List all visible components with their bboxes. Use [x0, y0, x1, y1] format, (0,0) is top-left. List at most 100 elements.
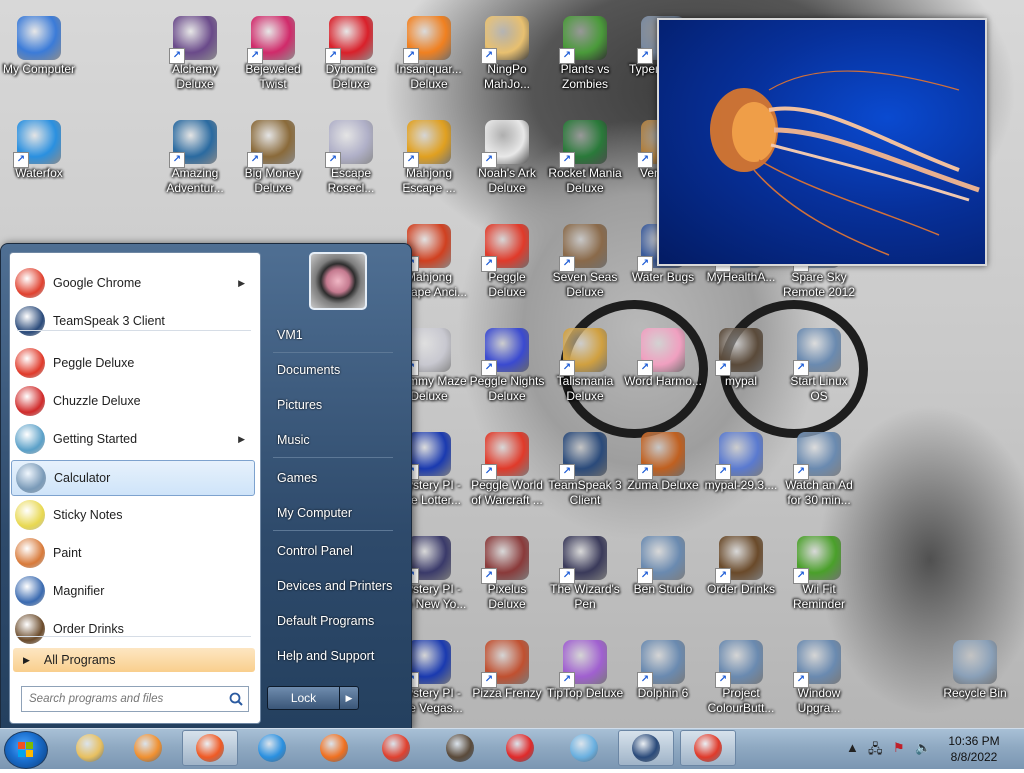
desktop-icon[interactable]: ↗ mypal-29.3....: [702, 424, 780, 524]
search-input[interactable]: [22, 692, 228, 706]
lock-button[interactable]: Lock ▶: [267, 686, 359, 710]
start-menu-link[interactable]: Help and Support: [269, 641, 401, 671]
start-menu-link[interactable]: Control Panel: [269, 536, 401, 566]
start-menu-program[interactable]: Paint: [11, 536, 253, 570]
desktop-icon[interactable]: ↗ Talismania Deluxe: [546, 320, 624, 420]
desktop-icon[interactable]: ↗ Pixelus Deluxe: [468, 528, 546, 628]
desktop-icon[interactable]: ↗ Plants vs Zombies: [546, 8, 624, 108]
start-menu-program-label: Paint: [53, 546, 82, 560]
desktop-icon[interactable]: ↗ Ben Studio: [624, 528, 702, 628]
start-menu-link[interactable]: Devices and Printers: [269, 571, 401, 601]
start-button[interactable]: [4, 731, 48, 769]
desktop-icon[interactable]: ↗ Mahjong Escape ...: [390, 112, 468, 212]
taskbar-button[interactable]: [368, 730, 424, 766]
desktop-icon-label: Dynomite Deluxe: [325, 62, 377, 91]
taskbar-button[interactable]: [492, 730, 548, 766]
program-icon: [15, 538, 45, 568]
shortcut-arrow-icon: ↗: [403, 48, 419, 64]
desktop-icon[interactable]: ↗ Zuma Deluxe: [624, 424, 702, 524]
jellyfish-picture-window[interactable]: [657, 18, 987, 266]
desktop-icon[interactable]: ↗ Order Drinks: [702, 528, 780, 628]
desktop-icon[interactable]: ↗ Project ColourButt...: [702, 632, 780, 732]
desktop-icon[interactable]: ↗ TeamSpeak 3 Client: [546, 424, 624, 524]
start-menu-program[interactable]: Sticky Notes: [11, 498, 253, 532]
taskbar-button[interactable]: [680, 730, 736, 766]
clock-time: 10:36 PM: [948, 734, 1000, 748]
start-menu-program[interactable]: Chuzzle Deluxe: [11, 384, 253, 418]
desktop-icon[interactable]: ↗ mypal: [702, 320, 780, 420]
desktop-icon[interactable]: ↗ Watch an Ad for 30 min...: [780, 424, 858, 524]
user-picture[interactable]: [309, 252, 367, 310]
desktop-icon[interactable]: Recycle Bin: [936, 632, 1014, 732]
start-menu-link[interactable]: Documents: [269, 355, 401, 385]
desktop-icon[interactable]: ↗ The Wizard's Pen: [546, 528, 624, 628]
desktop-icon[interactable]: ↗ Word Harmo...: [624, 320, 702, 420]
app-icon: ↗: [13, 120, 61, 168]
start-menu-program[interactable]: TeamSpeak 3 Client: [11, 304, 253, 338]
app-icon: ↗: [481, 224, 529, 272]
start-menu-link[interactable]: Pictures: [269, 390, 401, 420]
app-icon: ↗: [559, 536, 607, 584]
desktop-icon[interactable]: ↗ Peggle Nights Deluxe: [468, 320, 546, 420]
start-menu-link[interactable]: Music: [269, 425, 401, 455]
desktop-icon[interactable]: ↗ Seven Seas Deluxe: [546, 216, 624, 316]
desktop-icon[interactable]: ↗ Amazing Adventur...: [156, 112, 234, 212]
show-hidden-icons-chevron-icon[interactable]: ▲: [846, 740, 859, 755]
desktop-icon[interactable]: ↗ Big Money Deluxe: [234, 112, 312, 212]
search-icon[interactable]: [228, 691, 244, 707]
desktop-icon[interactable]: ↗ Wii Fit Reminder: [780, 528, 858, 628]
volume-icon[interactable]: 🔈: [915, 740, 931, 756]
clock[interactable]: 10:36 PM 8/8/2022: [938, 733, 1010, 765]
start-menu-program[interactable]: Magnifier: [11, 574, 253, 608]
desktop-icon[interactable]: ↗ Window Upgra...: [780, 632, 858, 732]
desktop-icon[interactable]: ↗ Dolphin 6: [624, 632, 702, 732]
desktop-icon[interactable]: ↗ Pizza Frenzy: [468, 632, 546, 732]
taskbar-button[interactable]: [618, 730, 674, 766]
desktop-icon[interactable]: ↗ Alchemy Deluxe: [156, 8, 234, 108]
start-menu-link[interactable]: My Computer: [269, 498, 401, 528]
desktop-icon[interactable]: ↗ NingPo MahJo...: [468, 8, 546, 108]
desktop-icon-label: Ben Studio: [633, 582, 693, 596]
taskbar-button[interactable]: [120, 730, 176, 766]
desktop-icon-label: TipTop Deluxe: [546, 686, 624, 700]
start-menu-link[interactable]: Games: [269, 463, 401, 493]
taskbar-button[interactable]: [432, 730, 488, 766]
desktop-icon[interactable]: ↗ Noah's Ark Deluxe: [468, 112, 546, 212]
desktop-icon[interactable]: My Computer: [0, 8, 78, 108]
start-menu-program[interactable]: Google Chrome ▶: [11, 266, 253, 300]
start-menu-link[interactable]: VM1: [269, 320, 401, 350]
desktop-icon[interactable]: ↗ Bejeweled Twist: [234, 8, 312, 108]
desktop-icon[interactable]: ↗ Dynomite Deluxe: [312, 8, 390, 108]
submenu-arrow-icon[interactable]: ▶: [238, 434, 245, 445]
app-icon: ↗: [559, 224, 607, 272]
submenu-arrow-icon[interactable]: ▶: [238, 278, 245, 289]
start-menu-program[interactable]: Order Drinks: [11, 612, 253, 646]
desktop-icon[interactable]: ↗ Rocket Mania Deluxe: [546, 112, 624, 212]
desktop-icon[interactable]: ↗ Waterfox: [0, 112, 78, 212]
desktop-icon[interactable]: ↗ Start Linux OS: [780, 320, 858, 420]
taskbar-button[interactable]: [244, 730, 300, 766]
program-icon: [15, 576, 45, 606]
taskbar-button[interactable]: [306, 730, 362, 766]
action-center-flag-icon[interactable]: ⚑: [893, 740, 905, 756]
desktop-icon[interactable]: ↗ Peggle World of Warcraft ...: [468, 424, 546, 524]
start-menu-program[interactable]: Peggle Deluxe: [11, 346, 253, 380]
desktop-icon[interactable]: ↗ TipTop Deluxe: [546, 632, 624, 732]
network-icon[interactable]: 🖧: [868, 740, 883, 762]
taskbar-button[interactable]: [182, 730, 238, 766]
shortcut-arrow-icon: ↗: [559, 256, 575, 272]
shutdown-options-arrow-icon[interactable]: ▶: [339, 687, 358, 709]
desktop-icon[interactable]: ↗ Escape Rosecl...: [312, 112, 390, 212]
taskbar-button[interactable]: [62, 730, 118, 766]
program-icon: [15, 306, 45, 336]
start-menu-program[interactable]: Calculator: [11, 460, 255, 496]
desktop-icon[interactable]: ↗ Insaniquar... Deluxe: [390, 8, 468, 108]
all-programs-button[interactable]: ▶ All Programs: [13, 648, 255, 672]
start-menu-link[interactable]: Default Programs: [269, 606, 401, 636]
desktop-icon[interactable]: ↗ Peggle Deluxe: [468, 216, 546, 316]
program-icon: [15, 386, 45, 416]
search-box[interactable]: [21, 686, 249, 712]
menu-separator: [273, 457, 393, 458]
start-menu-program[interactable]: Getting Started ▶: [11, 422, 253, 456]
taskbar-button[interactable]: [556, 730, 612, 766]
